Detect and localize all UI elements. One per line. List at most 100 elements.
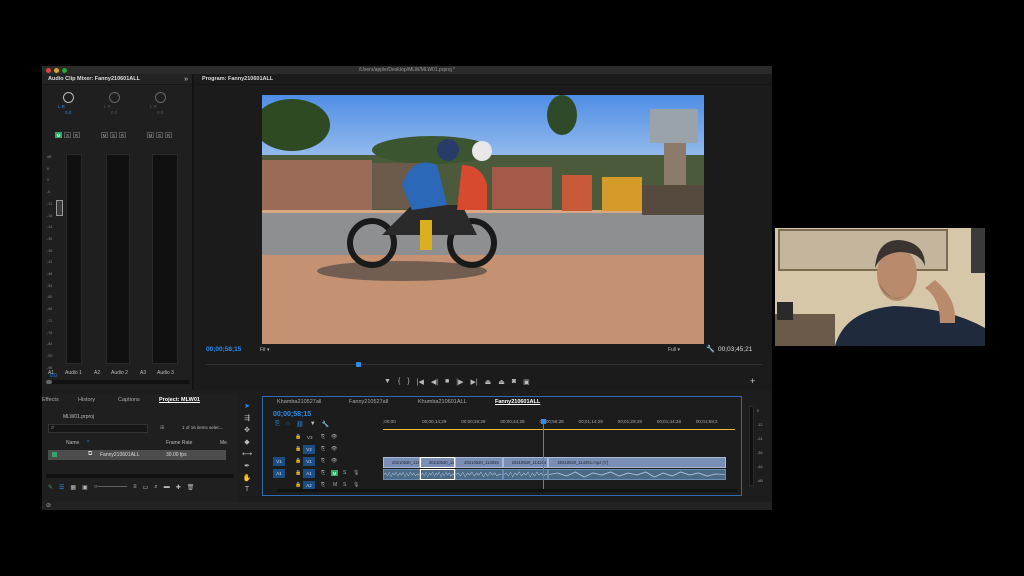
zoom-select[interactable]: Fit ▾ <box>260 347 269 353</box>
selection-tool-icon[interactable]: ➤ <box>244 402 250 410</box>
tab-sequence-1[interactable]: Khamba210527all <box>277 399 321 405</box>
video-clip[interactable]: 20210530_113900 <box>419 457 456 468</box>
timeline-settings-icon[interactable]: 🔧 <box>322 421 329 428</box>
linked-selection-icon[interactable]: ⛓ <box>296 421 304 428</box>
trash-icon[interactable]: 🗑 <box>187 484 195 493</box>
go-to-out-icon[interactable]: ▶| <box>470 378 477 388</box>
record-button[interactable]: R <box>165 132 172 138</box>
mute-button[interactable]: M <box>101 132 108 138</box>
eye-icon[interactable]: 👁 <box>331 434 337 440</box>
audio-clip[interactable] <box>383 469 420 480</box>
sync-lock-icon[interactable]: ⎘ <box>321 458 325 464</box>
new-item-icon[interactable]: ✚ <box>176 484 181 493</box>
hand-tool-icon[interactable]: ✋ <box>243 474 252 482</box>
go-to-in-icon[interactable]: |◀ <box>417 378 424 388</box>
zoom-slider[interactable]: ○─────── <box>94 484 127 493</box>
lock-icon[interactable]: 🔒 <box>295 434 301 440</box>
microphone-icon[interactable]: 🎙 <box>353 482 359 488</box>
play-icon[interactable]: ■ <box>445 378 449 388</box>
microphone-icon[interactable]: 🎙 <box>353 470 359 476</box>
sync-lock-icon[interactable]: ⎘ <box>321 446 325 452</box>
lock-icon[interactable]: 🔒 <box>295 482 301 488</box>
sync-lock-icon[interactable]: ⎘ <box>321 470 325 476</box>
tab-sequence-3[interactable]: Khumba210601ALL <box>418 399 467 405</box>
new-bin-icon[interactable]: ▬ <box>164 484 170 493</box>
pencil-icon[interactable]: ✎ <box>48 484 53 493</box>
sort-icons-icon[interactable]: ≡ <box>133 484 137 493</box>
program-scrub-bar[interactable] <box>206 362 762 370</box>
eye-icon[interactable]: 👁 <box>331 458 337 464</box>
mute-button[interactable]: M <box>147 132 154 138</box>
volume-fader[interactable] <box>56 200 63 216</box>
solo-button[interactable]: S <box>110 132 117 138</box>
razor-tool-icon[interactable]: ◆ <box>244 438 249 446</box>
mark-out-icon[interactable]: } <box>407 378 409 388</box>
tab-sequence-4[interactable]: Fanny210601ALL <box>495 399 540 405</box>
pan-value[interactable]: 0.0 <box>111 110 117 115</box>
solo-button[interactable]: S <box>156 132 163 138</box>
source-patch-a1[interactable]: A1 <box>273 469 285 478</box>
track-target-v2[interactable]: V2 <box>303 445 315 454</box>
timeline-tracks[interactable]: 20210530_11370020210530_11390020210530_1… <box>383 419 735 489</box>
compare-icon[interactable]: ▣ <box>523 378 530 388</box>
record-button[interactable]: R <box>73 132 80 138</box>
video-clip[interactable]: 20210530_114251.mp4 [V] <box>548 457 727 468</box>
timeline-timecode[interactable]: 00;00;58;15 <box>273 411 311 418</box>
zoom-window-icon[interactable] <box>62 67 67 73</box>
pan-value[interactable]: 0.0 <box>157 110 163 115</box>
video-clip[interactable]: 20210530_114104 <box>502 457 549 468</box>
project-scrollbar[interactable] <box>46 474 234 478</box>
audio-clip[interactable] <box>548 469 727 480</box>
playback-resolution-select[interactable]: Full ▾ <box>668 347 680 353</box>
lock-icon[interactable]: 🔒 <box>295 458 301 464</box>
mute-button[interactable]: M <box>331 470 338 476</box>
add-marker-icon[interactable]: ▼ <box>384 378 391 388</box>
minimize-window-icon[interactable] <box>54 67 59 73</box>
step-forward-icon[interactable]: |▶ <box>456 378 463 388</box>
close-window-icon[interactable] <box>46 67 51 73</box>
lift-icon[interactable]: ⏏ <box>485 378 492 388</box>
mixer-scrollbar[interactable] <box>46 380 190 384</box>
export-frame-icon[interactable]: ◙ <box>512 378 516 388</box>
timeline-scrollbar[interactable] <box>277 489 737 492</box>
track-select-tool-icon[interactable]: ⇶ <box>244 414 250 422</box>
video-clip[interactable]: 20210530_114026 <box>455 457 503 468</box>
project-item-row[interactable]: ⧉ Fanny210601ALL 30.00 fps <box>48 450 226 460</box>
tab-effects[interactable]: Effects <box>42 397 59 403</box>
type-tool-icon[interactable]: T <box>245 486 249 493</box>
sync-lock-icon[interactable]: ⎘ <box>321 434 325 440</box>
audio-clip[interactable] <box>419 469 456 480</box>
program-timecode[interactable]: 00;00;58;15 <box>206 346 241 353</box>
pan-knob-icon[interactable] <box>109 92 120 103</box>
icon-view-icon[interactable]: ▦ <box>70 484 76 493</box>
work-area-bar[interactable] <box>383 429 735 430</box>
solo-button[interactable]: S <box>343 482 346 488</box>
panel-overflow-icon[interactable]: » <box>184 74 188 85</box>
video-clip[interactable]: 20210530_113700 <box>383 457 420 468</box>
pan-knob-icon[interactable] <box>63 92 74 103</box>
audio-clip[interactable] <box>502 469 549 480</box>
add-marker-icon[interactable]: ▼ <box>310 421 316 428</box>
lock-icon[interactable]: 🔒 <box>295 470 301 476</box>
track-target-a1[interactable]: A1 <box>303 469 315 478</box>
col-media[interactable]: Me <box>220 440 227 446</box>
step-back-icon[interactable]: ◀| <box>431 378 438 388</box>
pan-knob-icon[interactable] <box>155 92 166 103</box>
col-name[interactable]: Name <box>66 440 79 446</box>
nest-icon[interactable]: ⎘ <box>275 421 280 428</box>
find-icon[interactable]: ⌕ <box>154 484 157 493</box>
automate-icon[interactable]: ▭ <box>143 484 149 493</box>
eye-icon[interactable]: 👁 <box>331 446 337 452</box>
pan-value[interactable]: 0.0 <box>65 110 71 115</box>
track-target-v1[interactable]: V1 <box>303 457 315 466</box>
solo-button[interactable]: S <box>64 132 71 138</box>
program-playhead[interactable] <box>356 362 362 367</box>
audio-clip[interactable] <box>455 469 503 480</box>
new-bin-icon[interactable]: ⊞ <box>160 425 164 431</box>
mark-in-icon[interactable]: { <box>398 378 400 388</box>
tab-project[interactable]: Project: MLW01 <box>159 397 200 403</box>
sort-icon[interactable]: ^ <box>87 440 89 446</box>
freeform-view-icon[interactable]: ▣ <box>82 484 88 493</box>
mute-button[interactable]: M <box>333 482 337 488</box>
tab-sequence-2[interactable]: Fanny210527all <box>349 399 388 405</box>
